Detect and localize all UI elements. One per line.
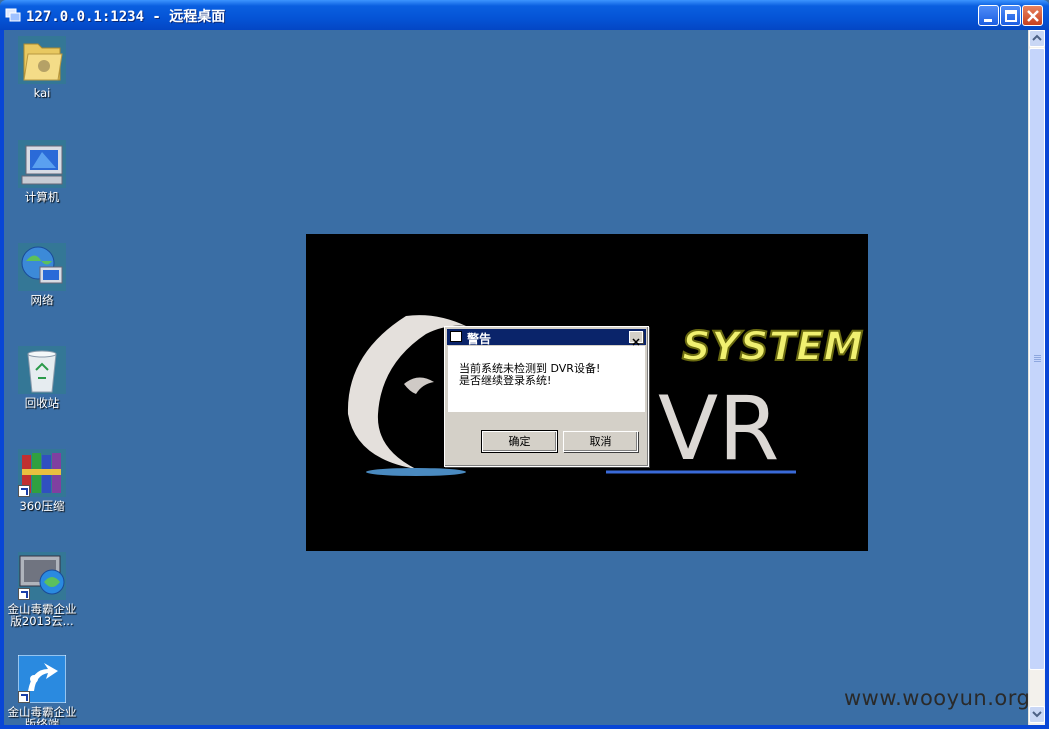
minimize-icon [984,19,992,22]
recycle-bin-icon [18,346,66,394]
desktop-icon-360zip[interactable]: 360压缩 [4,449,80,512]
computer-icon [18,140,66,188]
dialog-message-line2: 是否继续登录系统! [459,374,552,387]
desktop-icon-label: 360压缩 [19,499,65,513]
window-title: 127.0.0.1:1234 - 远程桌面 [26,9,226,25]
desktop-icon-kai[interactable]: kai [4,36,80,99]
shortcut-arrow-icon [18,691,30,703]
chevron-down-icon [1032,711,1042,718]
splash-system-text: SYSTEM [682,324,863,370]
warning-dialog: 警告 当前系统未检测到 DVR设备! 是否继续登录系统! 确定 取消 [444,326,649,467]
desktop-icon-antivirus-cloud[interactable]: 金山毒霸企业版2013云... [4,552,80,627]
vertical-scrollbar[interactable] [1028,30,1045,725]
network-icon [18,243,66,291]
desktop-icon-label: 网络 [30,293,54,307]
splash-vr-text: VR [658,377,779,480]
desktop-icon-label: 计算机 [24,190,60,204]
window-frame-right [1045,30,1049,729]
desktop-icon-computer[interactable]: 计算机 [4,140,80,203]
close-icon [1027,10,1039,22]
dialog-message: 当前系统未检测到 DVR设备! 是否继续登录系统! [459,363,600,387]
desktop-icon-label: 金山毒霸企业版终端 [7,705,77,725]
close-button[interactable] [1022,5,1043,26]
desktop-icon-recycle-bin[interactable]: 回收站 [4,346,80,409]
window-titlebar[interactable]: 127.0.0.1:1234 - 远程桌面 [0,0,1049,30]
remote-desktop[interactable]: kai 计算机 网络 回收站 360压缩 金山毒霸企业版2013云... 金山毒… [4,30,1028,725]
minimize-button[interactable] [978,5,999,26]
scroll-down-button[interactable] [1029,706,1045,723]
remote-desktop-icon [5,8,21,22]
desktop-icon-network[interactable]: 网络 [4,243,80,306]
shortcut-arrow-icon [18,485,30,497]
scroll-up-button[interactable] [1029,30,1045,47]
maximize-button[interactable] [1000,5,1021,26]
desktop-icon-label: 金山毒霸企业版2013云... [7,602,77,628]
dialog-titlebar[interactable]: 警告 [447,329,646,346]
dialog-title: 警告 [467,332,492,346]
scroll-thumb[interactable] [1029,48,1045,670]
shortcut-arrow-icon [18,588,30,600]
desktop-icon-antivirus-terminal[interactable]: 金山毒霸企业版终端 [4,654,80,725]
window-frame-bottom [0,725,1049,729]
dialog-message-area: 当前系统未检测到 DVR设备! 是否继续登录系统! [448,346,645,412]
ok-button[interactable]: 确定 [481,430,558,453]
maximize-icon [1005,10,1017,22]
dialog-app-icon [450,331,462,342]
dialog-close-button[interactable] [629,331,643,346]
cancel-button[interactable]: 取消 [563,431,638,452]
desktop-icon-label: kai [33,86,51,100]
folder-icon [18,36,66,84]
desktop-icon-label: 回收站 [24,396,60,410]
chevron-up-icon [1032,34,1042,41]
watermark: www.wooyun.org [844,686,1028,710]
